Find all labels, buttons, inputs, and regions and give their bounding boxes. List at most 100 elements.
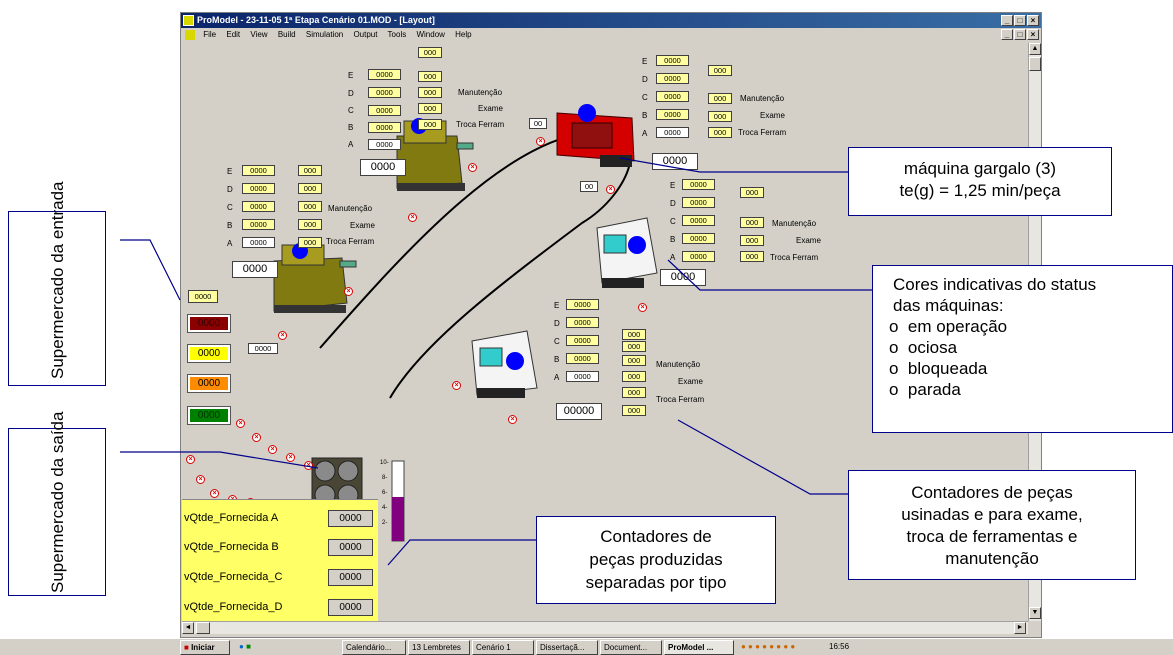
taskbar-item[interactable]: 13 Lembretes (408, 640, 470, 655)
scroll-down-icon[interactable]: ▼ (1029, 607, 1041, 619)
doc-restore-icon[interactable]: □ (1014, 29, 1026, 40)
c1-counter: 000 (418, 87, 442, 98)
status-item: o em operação (889, 317, 1008, 336)
supply-row-label: vQtde_Fornecida_D (184, 601, 283, 613)
c3-part-c: 0000 (656, 91, 689, 102)
pallet-marker-icon: × (452, 381, 461, 390)
c3-part-b: 0000 (656, 109, 689, 120)
pallet-marker-icon: × (268, 445, 277, 454)
c2-total-counter: 0000 (232, 261, 278, 278)
callout-maquina-gargalo: máquina gargalo (3) te(g) = 1,25 min/peç… (848, 147, 1112, 216)
label-c: C (227, 203, 233, 212)
menu-help[interactable]: Help (455, 30, 471, 39)
menu-view[interactable]: View (250, 30, 267, 39)
pallet-marker-icon: × (196, 475, 205, 484)
doc-close-icon[interactable]: × (1027, 29, 1039, 40)
taskbar-item[interactable]: Dissertaçã... (536, 640, 598, 655)
label-c: C (642, 93, 648, 102)
pallet-marker-icon: × (606, 185, 615, 194)
callout-contadores-usinadas: Contadores de peças usinadas e para exam… (848, 470, 1136, 580)
label-e: E (227, 167, 233, 176)
desktop-icon[interactable]: ■ (246, 642, 251, 651)
tray-icons[interactable]: ● ● ● ● ● ● ● ● (738, 640, 824, 655)
browser-icon[interactable]: ● (239, 642, 244, 651)
menu-edit[interactable]: Edit (226, 30, 240, 39)
c1-total-counter: 0000 (360, 159, 406, 176)
callout-entrada-text: Supermercado da entrada (48, 181, 67, 379)
c3-queue-counter: 00 (580, 181, 598, 192)
callout-usinadas-line: manutenção (945, 549, 1039, 568)
status-item: o ociosa (889, 338, 958, 357)
machine-2-icon (273, 243, 357, 313)
start-button[interactable]: ■ Iniciar (180, 640, 230, 655)
supply-row-value: 0000 (328, 539, 373, 556)
callout-contadores-produzidas: Contadores de peças produzidas separadas… (536, 516, 776, 604)
c2-troca-label: Troca Ferram (326, 237, 375, 246)
c1-part-a: 0000 (368, 139, 401, 150)
menu-tools[interactable]: Tools (388, 30, 407, 39)
taskbar-item[interactable]: Document... (600, 640, 662, 655)
horizontal-scrollbar[interactable]: ◄ ► (182, 621, 1028, 634)
c4-counter: 000 (740, 235, 764, 246)
supply-row-label: vQtde_Fornecida_C (184, 571, 283, 583)
c1-part-d: 0000 (368, 87, 401, 98)
scroll-thumb[interactable] (1029, 57, 1041, 71)
minimize-icon[interactable]: _ (1001, 15, 1013, 26)
c1-counter: 000 (418, 47, 442, 58)
c4-part-b: 0000 (682, 233, 715, 244)
menu-window[interactable]: Window (416, 30, 444, 39)
taskbar-item[interactable]: Cenário 1 (472, 640, 534, 655)
label-a: A (642, 129, 648, 138)
label-e: E (348, 71, 354, 80)
clock: 16:56 (826, 640, 862, 655)
supply-row-label: vQtde_Fornecida B (184, 541, 279, 553)
c3-counter: 000 (708, 65, 732, 76)
menu-file[interactable]: File (203, 30, 216, 39)
label-b: B (227, 221, 233, 230)
title-bar[interactable]: ProModel - 23-11-05 1ª Etapa Cenário 01.… (181, 13, 1041, 28)
machine-3-icon (556, 104, 635, 167)
doc-minimize-icon[interactable]: _ (1001, 29, 1013, 40)
status-item: o parada (889, 380, 961, 399)
c4-counter: 000 (740, 217, 764, 228)
c3-manut-label: Manutenção (740, 94, 785, 103)
c3-counter: 000 (708, 127, 732, 138)
callout-cores-status: Cores indicativas do status das máquinas… (872, 265, 1173, 433)
taskbar-item[interactable]: Calendário... (342, 640, 406, 655)
close-icon[interactable]: × (1027, 15, 1039, 26)
c3-part-e: 0000 (656, 55, 689, 66)
quicklaunch-icons[interactable]: ● ■ (236, 640, 276, 655)
taskbar-item-active[interactable]: ProModel ... (664, 640, 734, 655)
status-item-label: bloqueada (907, 359, 988, 378)
scroll-thumb[interactable] (196, 622, 210, 634)
pallet-marker-icon: × (536, 137, 545, 146)
c4-part-d: 0000 (682, 197, 715, 208)
input-queue-counter: 0000 (248, 343, 278, 354)
c5-counter: 000 (622, 371, 646, 382)
label-a: A (227, 239, 233, 248)
scroll-up-icon[interactable]: ▲ (1029, 43, 1041, 55)
supply-row-value: 0000 (328, 599, 373, 616)
scroll-left-icon[interactable]: ◄ (182, 622, 194, 634)
c3-counter: 000 (708, 93, 732, 104)
c1-troca-label: Troca Ferram (456, 120, 505, 129)
callout-saida-text: Supermercado da saída (48, 411, 67, 593)
maximize-icon[interactable]: □ (1014, 15, 1026, 26)
callout-usinadas-line: Contadores de peças (911, 483, 1073, 502)
start-label: Iniciar (191, 643, 215, 652)
supply-row-value: 0000 (328, 569, 373, 586)
c5-counter: 000 (622, 329, 646, 340)
menu-output[interactable]: Output (353, 30, 377, 39)
callout-cores-line1: Cores indicativas do status (893, 275, 1097, 294)
c2-exame-label: Exame (350, 221, 375, 230)
callout-supermercado-entrada: Supermercado da entrada (8, 181, 106, 386)
menu-simulation[interactable]: Simulation (306, 30, 343, 39)
menu-build[interactable]: Build (278, 30, 296, 39)
c3-part-d: 0000 (656, 73, 689, 84)
c2-part-c: 0000 (242, 201, 275, 212)
gauge-tick: 6- (382, 490, 388, 496)
scroll-right-icon[interactable]: ► (1014, 622, 1026, 634)
c1-part-b: 0000 (368, 122, 401, 133)
c4-part-a: 0000 (682, 251, 715, 262)
label-b: B (670, 235, 676, 244)
